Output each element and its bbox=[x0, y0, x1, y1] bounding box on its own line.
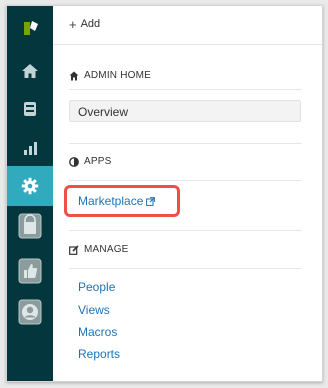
admin-home-heading-text: ADMIN HOME bbox=[84, 70, 151, 81]
reporting-icon[interactable] bbox=[7, 128, 53, 168]
highlight-box bbox=[64, 185, 180, 217]
admin-window: + Add ADMIN HOME Overview APPS Marketpla… bbox=[6, 5, 323, 382]
add-button[interactable]: + Add bbox=[69, 16, 101, 32]
top-bar: + Add bbox=[53, 6, 322, 45]
thumbs-up-icon[interactable] bbox=[7, 251, 53, 291]
macros-link[interactable]: Macros bbox=[78, 325, 117, 339]
zendesk-logo-icon[interactable] bbox=[21, 18, 41, 38]
add-button-label: Add bbox=[80, 18, 101, 30]
overview-item[interactable]: Overview bbox=[69, 100, 301, 122]
admin-home-heading: ADMIN HOME bbox=[69, 70, 151, 81]
reports-link[interactable]: Reports bbox=[78, 347, 120, 361]
divider bbox=[69, 180, 302, 181]
divider bbox=[69, 230, 302, 231]
views-icon[interactable] bbox=[7, 89, 53, 129]
manage-heading-text: MANAGE bbox=[84, 244, 129, 255]
admin-panel: + Add ADMIN HOME Overview APPS Marketpla… bbox=[53, 6, 322, 381]
manage-heading: MANAGE bbox=[69, 244, 129, 255]
apps-heading: APPS bbox=[69, 156, 111, 167]
views-link[interactable]: Views bbox=[78, 303, 110, 317]
home-icon[interactable] bbox=[7, 51, 53, 91]
nav-rail bbox=[7, 6, 53, 381]
apps-heading-text: APPS bbox=[84, 156, 112, 167]
apps-half-circle-icon bbox=[69, 156, 79, 167]
app-bag-icon[interactable] bbox=[7, 206, 53, 246]
divider bbox=[69, 89, 302, 90]
divider bbox=[69, 268, 302, 269]
home-small-icon bbox=[69, 71, 79, 80]
plus-icon: + bbox=[69, 16, 77, 32]
admin-gear-icon[interactable] bbox=[7, 166, 53, 206]
edit-icon bbox=[69, 244, 79, 255]
people-link[interactable]: People bbox=[78, 280, 115, 294]
divider bbox=[69, 143, 302, 144]
user-icon[interactable] bbox=[7, 292, 53, 332]
